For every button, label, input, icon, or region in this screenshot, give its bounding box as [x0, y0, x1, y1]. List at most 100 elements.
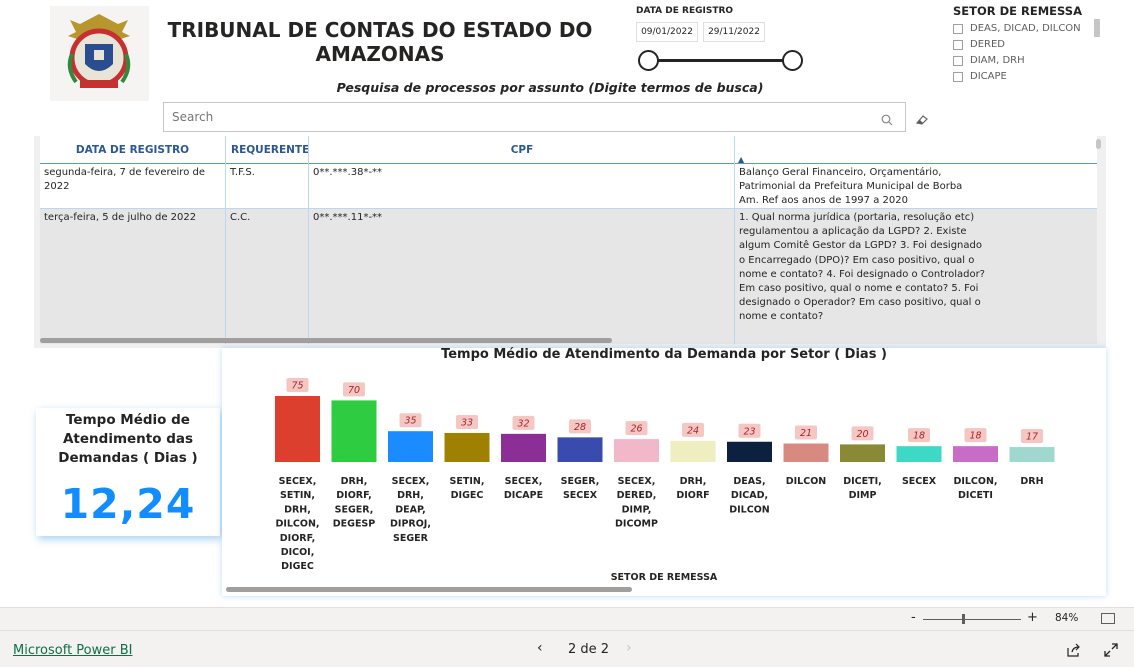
date-start-input[interactable]: 09/01/2022 [636, 22, 698, 42]
data-label: 75 [291, 381, 303, 392]
fit-to-page-icon[interactable] [1101, 613, 1115, 624]
column-divider [225, 136, 226, 344]
x-tick-label: DRH [1020, 476, 1043, 487]
x-tick-label: DICETI, DIMP [843, 476, 882, 501]
kpi-card: Tempo Médio de Atendimento das Demandas … [36, 408, 220, 536]
setor-option-label: DERED [970, 39, 1005, 50]
fullscreen-icon[interactable] [1104, 642, 1118, 661]
data-label: 28 [574, 422, 586, 433]
table-vertical-scrollbar[interactable] [1096, 139, 1101, 149]
setor-slicer-label: SETOR DE REMESSA [953, 4, 1082, 18]
tce-logo [50, 6, 149, 101]
bar[interactable] [388, 431, 433, 462]
data-label: 18 [969, 431, 981, 442]
zoom-slider-track[interactable] [923, 619, 1021, 620]
bar[interactable] [275, 396, 320, 462]
column-header-requerente[interactable]: REQUERENTE [231, 136, 311, 163]
data-label: 70 [348, 385, 360, 396]
zoom-out-button[interactable]: - [911, 610, 916, 625]
page-title: TRIBUNAL DE CONTAS DO ESTADO DO AMAZONAS [167, 18, 593, 66]
eraser-icon[interactable] [915, 111, 929, 125]
checkbox[interactable] [953, 71, 963, 82]
zoom-in-button[interactable]: + [1027, 610, 1038, 625]
bar[interactable] [331, 400, 377, 462]
x-tick-label: SEGER, SECEX [561, 476, 600, 501]
data-label: 26 [630, 424, 642, 435]
checkbox[interactable] [953, 55, 963, 66]
x-tick-label: SECEX, DERED, DIMP, DICOMP [615, 476, 658, 530]
checkbox[interactable] [953, 23, 963, 34]
kpi-value: 12,24 [60, 480, 196, 528]
column-header-cpf[interactable]: CPF [310, 136, 734, 163]
bar[interactable] [840, 444, 885, 462]
search-box [163, 102, 906, 132]
zoom-slider-thumb[interactable] [962, 614, 965, 624]
date-end-input[interactable]: 29/11/2022 [703, 22, 765, 42]
setor-option[interactable]: DIAM, DRH [953, 55, 1025, 66]
x-tick-label: SECEX, SETIN, DRH, DILCON, DIORF, DICOI, DIGEC [275, 476, 319, 572]
data-label: 35 [404, 416, 416, 427]
footer-bar [0, 630, 1134, 667]
cell-assunto: 1. Qual norma jurídica (portaria, resolu… [739, 212, 985, 323]
date-range-start-handle[interactable] [638, 50, 659, 71]
bar[interactable] [444, 432, 490, 462]
x-tick-label: SECEX, DRH, DEAP, DIPROJ, SEGER [390, 476, 431, 544]
date-range-end-handle[interactable] [782, 50, 803, 71]
bar[interactable] [501, 433, 546, 462]
x-tick-label: SETIN, DIGEC [450, 476, 485, 501]
bar[interactable] [727, 441, 772, 462]
data-label: 23 [743, 426, 755, 437]
cell-data: segunda-feira, 7 de fevereiro de 2022 [44, 167, 205, 193]
setor-scrollbar[interactable] [1094, 19, 1100, 37]
share-icon[interactable] [1066, 642, 1082, 661]
cell-requerente: C.C. [230, 212, 251, 223]
bar[interactable] [557, 437, 603, 462]
data-label: 24 [687, 425, 699, 436]
setor-option[interactable]: DERED [953, 39, 1005, 50]
x-tick-label: DRH, DIORF [676, 476, 709, 501]
cell-requerente: T.F.S. [230, 167, 255, 178]
previous-page-button[interactable]: ‹ [537, 640, 543, 656]
table-horizontal-scrollbar[interactable] [40, 338, 612, 343]
setor-option[interactable]: DEAS, DICAD, DILCON [953, 23, 1081, 34]
column-header-data[interactable]: DATA DE REGISTRO [40, 136, 225, 163]
bar[interactable] [614, 439, 659, 462]
cell-assunto: Balanço Geral Financeiro, Orçamentário, … [739, 167, 963, 207]
x-tick-label: DILCON, DICETI [953, 476, 997, 501]
chart-title: Tempo Médio de Atendimento da Demanda po… [441, 347, 887, 362]
search-input[interactable] [164, 103, 864, 131]
bar-chart: 75 SECEX, SETIN, DRH, DILCON, DIORF, DICOI, DIG… [275, 378, 1055, 572]
data-label: 32 [517, 418, 529, 429]
x-tick-label: SECEX [902, 476, 937, 487]
power-bi-link[interactable]: Microsoft Power BI [13, 643, 132, 658]
data-label: 20 [856, 429, 868, 440]
next-page-button[interactable]: › [626, 640, 632, 656]
processes-table: DATA DE REGISTRO REQUERENTE CPF ▲ segund… [34, 136, 1106, 348]
cell-cpf: 0**.***.11*-** [313, 212, 383, 223]
bar[interactable] [1009, 447, 1055, 462]
checkbox[interactable] [953, 39, 963, 50]
data-label: 33 [461, 417, 473, 428]
table-row[interactable]: segunda-feira, 7 de fevereiro de 2022 T.… [40, 164, 1097, 208]
data-label: 18 [913, 431, 925, 442]
cell-data: terça-feira, 5 de julho de 2022 [44, 212, 197, 223]
bar[interactable] [953, 446, 998, 462]
search-icon[interactable] [881, 111, 893, 126]
x-tick-label: SECEX, DICAPE [504, 476, 543, 501]
setor-option[interactable]: DICAPE [953, 71, 1007, 82]
chart-horizontal-scrollbar[interactable] [226, 587, 632, 592]
search-instructions: Pesquisa de processos por assunto (Digit… [336, 80, 764, 95]
table-row[interactable]: terça-feira, 5 de julho de 2022 C.C. 0**… [40, 209, 1097, 344]
column-divider [308, 136, 309, 344]
data-label: 17 [1026, 432, 1038, 443]
setor-option-label: DIAM, DRH [970, 55, 1025, 66]
x-tick-label: DILCON [786, 476, 827, 487]
bar[interactable] [896, 446, 942, 462]
zoom-level: 84% [1055, 612, 1079, 624]
bar[interactable] [783, 443, 829, 462]
date-range-track[interactable] [648, 59, 793, 62]
bar[interactable] [670, 440, 716, 462]
date-slicer-label: DATA DE REGISTRO [636, 6, 734, 16]
kpi-title: Tempo Médio de Atendimento das Demandas … [58, 412, 198, 466]
data-label: 21 [800, 428, 812, 439]
